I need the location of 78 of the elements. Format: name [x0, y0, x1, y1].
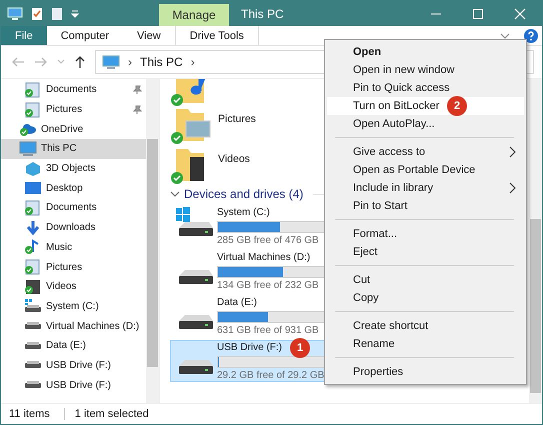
nav-label: Data (E:)	[46, 340, 86, 352]
folder-label: Pictures	[218, 112, 256, 125]
menu-item[interactable]: Copy	[327, 289, 524, 307]
menu-item[interactable]: Cut	[327, 271, 524, 289]
help-icon[interactable]	[524, 28, 538, 42]
computer-icon[interactable]	[7, 6, 23, 20]
close-icon[interactable]	[514, 8, 526, 20]
nav-label: Pictures	[46, 262, 82, 273]
nav-label: Documents	[46, 84, 97, 96]
folder-label: Videos	[218, 152, 250, 165]
nav-label: Desktop	[46, 182, 83, 194]
nav-item[interactable]: USB Drive (F:)	[1, 356, 146, 376]
nav-item[interactable]: This PC	[1, 139, 146, 159]
window-title: This PC	[240, 6, 285, 20]
menu-item[interactable]: Open as Portable Device	[327, 161, 524, 179]
nav-label: Virtual Machines (D:)	[46, 320, 140, 332]
up-arrow-icon[interactable]	[74, 55, 86, 69]
nav-label: Downloads	[46, 222, 96, 234]
pc-icon	[19, 140, 37, 157]
item-count: 11 items	[9, 408, 50, 420]
menu-item[interactable]: Open AutoPlay...	[327, 115, 524, 133]
nav-label: USB Drive (F:)	[46, 380, 111, 391]
nav-item[interactable]: Pictures	[1, 257, 146, 277]
sidebar-scrollbar[interactable]	[146, 79, 159, 403]
step-badge: 1	[290, 338, 310, 358]
computer-icon	[102, 54, 120, 70]
menu-item[interactable]: Give access to	[327, 143, 524, 161]
expand-ribbon-icon[interactable]	[500, 32, 510, 40]
nav-item[interactable]: USB Drive (F:)	[1, 375, 146, 395]
nav-label: USB Drive (F:)	[46, 360, 111, 371]
nav-label: System (C:)	[46, 300, 99, 312]
nav-label: This PC	[41, 143, 77, 154]
menu-item[interactable]: Pin to Quick access	[327, 79, 524, 97]
menu-item[interactable]: Create shortcut	[327, 317, 524, 335]
nav-item[interactable]: System (C:)	[1, 296, 146, 316]
nav-item[interactable]: Virtual Machines (D:)	[1, 316, 146, 336]
nav-item[interactable]: Desktop	[1, 178, 146, 198]
dropdown-icon[interactable]	[71, 8, 79, 18]
ribbon-tab[interactable]: Drive Tools	[174, 26, 259, 45]
nav-item[interactable]: Videos	[1, 276, 146, 297]
menu-item[interactable]: Format...	[327, 225, 524, 243]
nav-item[interactable]: Downloads	[1, 218, 146, 238]
nav-label: Videos	[46, 281, 76, 292]
selection-count: 1 item selected	[64, 408, 149, 420]
nav-item[interactable]: Data (E:)	[1, 336, 146, 356]
maximize-icon[interactable]	[472, 8, 484, 20]
ribbon-tab[interactable]: Computer	[46, 26, 124, 45]
free-space-text: 134 GB free of 232 GB	[217, 280, 319, 291]
menu-item[interactable]: Include in library	[327, 179, 524, 197]
ribbon-tab[interactable]: File	[1, 26, 47, 45]
nav-label: Pictures	[46, 104, 82, 116]
nav-item[interactable]: Documents	[1, 198, 146, 218]
menu-item[interactable]: Pin to Start	[327, 197, 524, 215]
content-scrollbar[interactable]	[529, 79, 542, 403]
menu-item[interactable]: Eject	[327, 243, 524, 261]
manage-tab[interactable]: Manage	[159, 4, 229, 26]
drive-name: Virtual Machines (D:)	[217, 252, 310, 263]
nav-label: Music	[46, 242, 72, 253]
nav-label: OneDrive	[41, 124, 84, 135]
nav-item[interactable]: Music	[1, 238, 146, 258]
drive-name: System (C:)	[217, 207, 270, 218]
collapse-chevron-icon[interactable]	[170, 190, 180, 198]
free-space-text: 29.2 GB free of 29.2 GB	[217, 370, 324, 381]
section-heading[interactable]: Devices and drives (4)	[184, 187, 304, 201]
free-space-text: 285 GB free of 476 GB	[217, 235, 319, 246]
nav-item[interactable]: Pictures	[1, 100, 146, 120]
nav-item[interactable]: OneDrive	[1, 119, 146, 140]
free-space-text: 631 GB free of 931 GB	[217, 325, 319, 336]
step-badge: 2	[447, 96, 467, 116]
nav-item[interactable]: Documents	[1, 80, 146, 100]
ribbon-tab[interactable]: View	[123, 26, 175, 45]
properties-icon[interactable]	[31, 6, 43, 20]
nav-label: 3D Objects	[46, 163, 96, 174]
nav-item[interactable]: 3D Objects	[1, 158, 146, 178]
nav-label: Documents	[46, 202, 97, 214]
drive-name: Data (E:)	[217, 297, 258, 308]
menu-item[interactable]: Turn on BitLocker 2	[327, 97, 524, 115]
drive-name: USB Drive (F:)	[217, 342, 282, 353]
